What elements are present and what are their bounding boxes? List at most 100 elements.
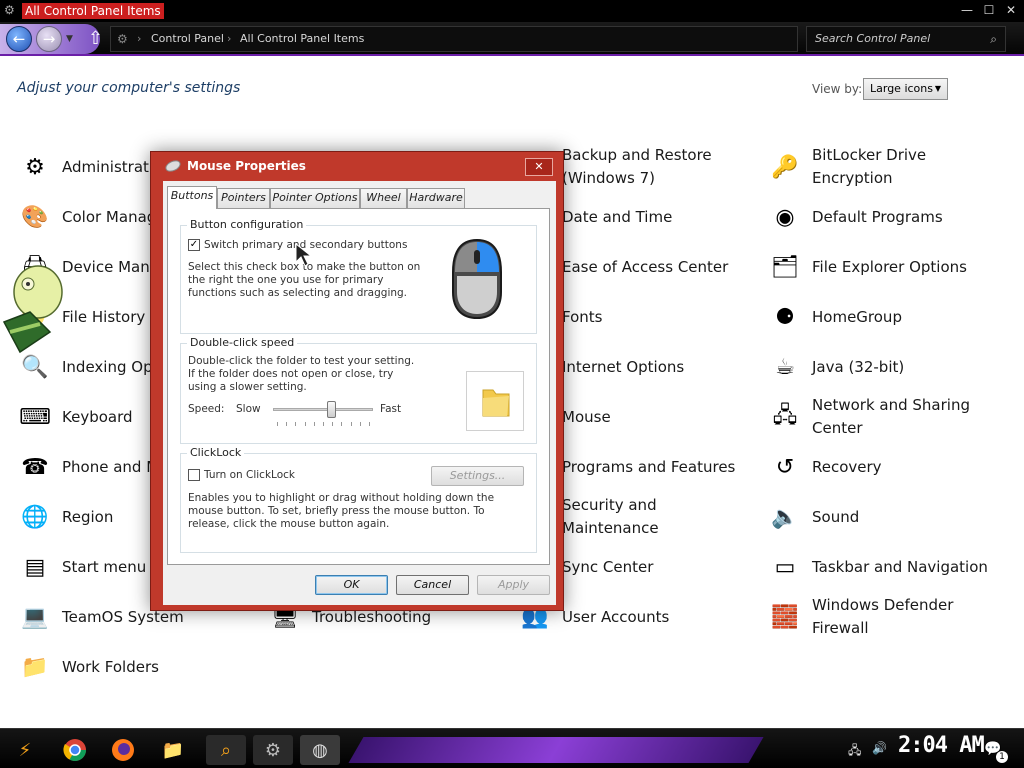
item-file-explorer-options[interactable]: 🗂 File Explorer Options — [768, 243, 967, 291]
back-button[interactable]: ← — [6, 26, 32, 52]
slider-tick — [277, 422, 278, 426]
cancel-button[interactable]: Cancel — [396, 575, 469, 595]
maximize-icon[interactable]: ☐ — [980, 2, 998, 18]
item-region[interactable]: 🌐 Region — [18, 493, 113, 541]
control-panel-icon: ⚙ — [4, 3, 15, 17]
arrow-left-icon: ← — [12, 30, 26, 48]
item-sound[interactable]: 🔈 Sound — [768, 493, 859, 541]
indexing-options-icon: 🔍 — [21, 354, 49, 380]
slider-tick — [295, 422, 297, 426]
chrome-icon[interactable] — [60, 735, 90, 765]
forward-button[interactable]: → — [36, 26, 62, 52]
slider-tick — [313, 422, 315, 426]
address-bar[interactable]: ⚙ › Control Panel › All Control Panel It… — [110, 26, 798, 52]
checkmark-icon: ✓ — [189, 239, 199, 250]
navigation-bar: ← → ▼ ⇧ ⚙ › Control Panel › All Control … — [0, 22, 1024, 56]
tab-wheel[interactable]: Wheel — [360, 188, 407, 208]
recovery-icon: ↺ — [775, 454, 795, 480]
view-by-select[interactable]: Large icons ▼ — [863, 78, 948, 100]
volume-tray-icon[interactable]: 🔊 — [872, 741, 887, 755]
network-icon: 🖧 — [772, 403, 798, 428]
firewall-icon: 🧱 — [771, 604, 799, 630]
window-title: All Control Panel Items — [22, 3, 164, 19]
tab-panel-buttons: Button configuration ✓ Switch primary an… — [167, 208, 550, 565]
tab-pointers[interactable]: Pointers — [217, 188, 270, 208]
slider-tick — [332, 422, 334, 426]
page-title: Adjust your computer's settings — [17, 80, 241, 96]
clicklock-checkbox[interactable] — [188, 469, 200, 481]
mouse-picture-icon — [452, 238, 502, 320]
start-button[interactable]: ⚡ — [10, 735, 40, 765]
dialog-close-button[interactable]: ✕ — [525, 158, 553, 176]
item-bitlocker[interactable]: 🔑 BitLocker Drive Encryption — [768, 143, 1002, 191]
start-logo-icon: ⚡ — [18, 739, 32, 761]
cursor-icon — [295, 242, 313, 267]
breadcrumb-all-items[interactable]: All Control Panel Items — [240, 27, 364, 51]
group-button-configuration: Button configuration ✓ Switch primary an… — [180, 218, 537, 334]
clicklock-settings-button[interactable]: Settings... — [431, 466, 524, 486]
speed-slider-ticks — [277, 422, 370, 427]
firefox-icon[interactable] — [108, 735, 138, 765]
view-by-label: View by: — [812, 82, 863, 96]
apply-button[interactable]: Apply — [477, 575, 550, 595]
close-icon[interactable]: ✕ — [1002, 2, 1020, 18]
item-homegroup[interactable]: ⚈ HomeGroup — [768, 293, 902, 341]
mouse-icon — [163, 158, 183, 174]
test-folder-area[interactable] — [466, 371, 524, 431]
item-keyboard[interactable]: ⌨ Keyboard — [18, 393, 132, 441]
search-input[interactable]: Search Control Panel ⌕ — [806, 26, 1006, 52]
switch-buttons-checkbox[interactable]: ✓ — [188, 239, 200, 251]
item-taskbar-and-navigation[interactable]: ▭ Taskbar and Navigation — [768, 543, 988, 591]
dialog-title: Mouse Properties — [187, 159, 306, 173]
speaker-icon: 🔈 — [771, 504, 799, 530]
minimize-icon[interactable]: — — [958, 2, 976, 18]
slider-tick — [359, 422, 361, 426]
tab-hardware[interactable]: Hardware — [407, 188, 465, 208]
item-work-folders[interactable]: 📁 Work Folders — [18, 643, 159, 691]
keyboard-icon: ⌨ — [19, 404, 51, 430]
item-start-menu[interactable]: ▤ Start menu — [18, 543, 147, 591]
item-windows-defender-firewall[interactable]: 🧱 Windows Defender Firewall — [768, 593, 1002, 641]
phone-icon: ☎ — [21, 454, 49, 480]
network-tray-icon[interactable]: 🖧 — [848, 741, 861, 762]
item-default-programs[interactable]: ◉ Default Programs — [768, 193, 942, 241]
search-taskbar-icon[interactable]: ⌕ — [206, 735, 246, 765]
item-network-and-sharing[interactable]: 🖧 Network and Sharing Center — [768, 393, 1002, 441]
fast-label: Fast — [380, 403, 402, 415]
window-titlebar: ⚙ All Control Panel Items — ☐ ✕ — [0, 0, 1024, 22]
slider-tick — [323, 422, 324, 426]
clicklock-label[interactable]: Turn on ClickLock — [204, 469, 295, 482]
work-folders-icon: 📁 — [21, 654, 49, 680]
tab-buttons[interactable]: Buttons — [167, 186, 217, 209]
search-icon[interactable]: ⌕ — [990, 27, 997, 51]
administrative-tools-icon: ⚙ — [25, 154, 45, 180]
dialog-client: Buttons Pointers Pointer Options Wheel H… — [163, 181, 556, 605]
java-icon: ☕ — [775, 354, 795, 380]
breadcrumb-control-panel[interactable]: Control Panel — [151, 27, 224, 51]
speed-slider-track[interactable] — [273, 408, 373, 411]
slow-label: Slow — [236, 403, 261, 415]
arrow-right-icon: → — [42, 30, 56, 48]
slider-tick — [304, 422, 306, 426]
slider-tick — [286, 422, 288, 426]
mouse-properties-dialog: Mouse Properties ✕ Buttons Pointers Poin… — [150, 151, 564, 611]
file-explorer-icon[interactable]: 📁 — [158, 735, 188, 765]
slider-tick — [350, 422, 352, 426]
mascot-decoration — [2, 265, 63, 354]
mouse-taskbar-icon[interactable]: ◍ — [300, 735, 340, 765]
up-arrow-icon[interactable]: ⇧ — [88, 28, 103, 49]
item-java[interactable]: ☕ Java (32-bit) — [768, 343, 904, 391]
breadcrumb-separator-icon: › — [227, 32, 232, 45]
item-recovery[interactable]: ↺ Recovery — [768, 443, 882, 491]
taskbar-clock[interactable]: 2:04 AM — [898, 733, 985, 758]
folder-options-icon: 🗂 — [771, 254, 799, 280]
speed-slider-thumb[interactable] — [327, 401, 336, 418]
default-programs-icon: ◉ — [775, 204, 795, 230]
group-title: Double-click speed — [187, 336, 298, 349]
control-panel-taskbar-icon[interactable]: ⚙ — [253, 735, 293, 765]
recent-pages-dropdown-icon[interactable]: ▼ — [66, 34, 73, 44]
ok-button[interactable]: OK — [315, 575, 388, 595]
homegroup-icon: ⚈ — [775, 304, 795, 330]
taskbar: ⚡ 📁 ⌕ ⚙ ◍ 🖧 🔊 2:04 AM 💬 1 — [0, 728, 1024, 768]
tab-pointer-options[interactable]: Pointer Options — [270, 188, 360, 208]
